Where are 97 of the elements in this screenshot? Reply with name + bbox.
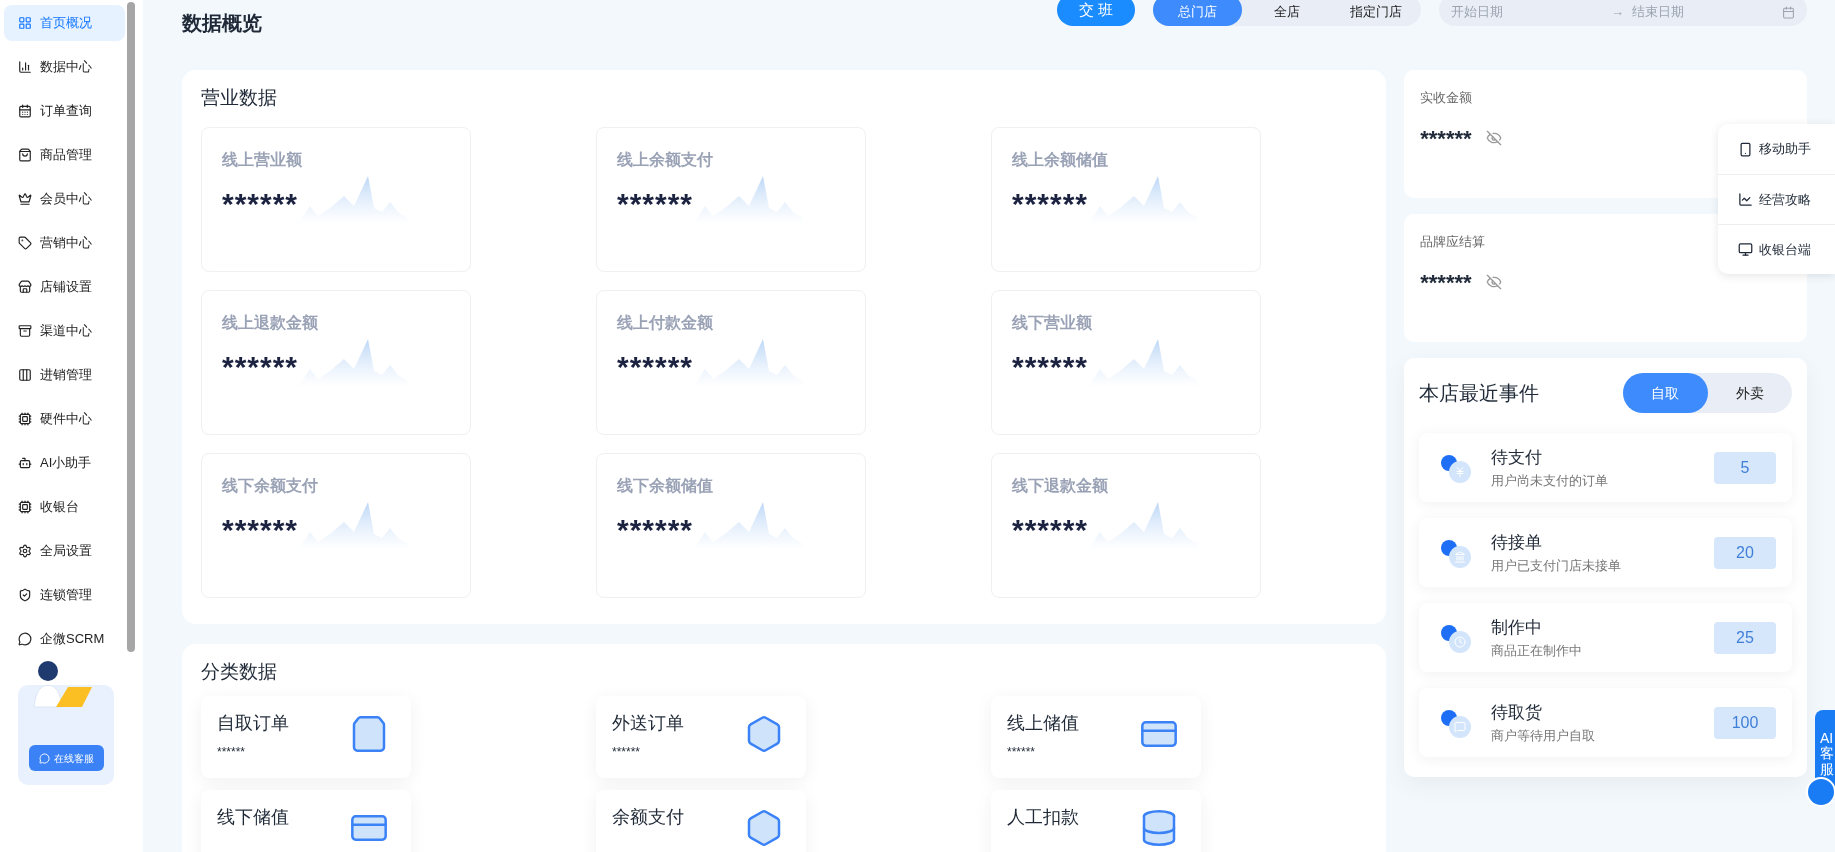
event-count: 100 [1714,706,1776,739]
event-title: 待接单 [1491,532,1544,554]
summary-value: ****** [1420,124,1472,153]
events-title: 本店最近事件 [1419,381,1540,406]
event-count: 25 [1714,621,1776,654]
monitor-icon [1738,242,1753,257]
metric-label: 线上营业额 [222,149,303,170]
sidebar-item[interactable]: 订单查询 [4,93,125,129]
grid-icon [18,16,32,30]
robot-icon [18,456,32,470]
category-value: ****** [217,744,247,761]
metric-value: ****** [617,348,694,385]
metric-value: ****** [222,511,299,548]
event-description: 用户已支付门店未接单 [1491,556,1622,575]
box-icon [18,324,32,338]
sidebar-item[interactable]: 首页概况 [4,5,125,41]
floating-menu-item[interactable]: 收银台端 [1718,224,1835,274]
shield-icon [18,588,32,602]
sidebar-item[interactable]: 会员中心 [4,181,125,217]
chart-icon [1738,192,1753,207]
event-description: 商户等待用户自取 [1491,726,1596,745]
event-title: 待取货 [1491,702,1544,724]
start-date-field[interactable]: 开始日期 [1451,2,1571,22]
category-value: ****** [1007,744,1037,761]
sidebar-item[interactable]: 进销管理 [4,357,125,393]
event-row[interactable]: 待支付 用户尚未支付的订单 5 [1419,433,1792,502]
range-separator: → [1611,3,1624,22]
tag-icon [18,236,32,250]
event-description: 商品正在制作中 [1491,641,1583,660]
metric-value: ****** [1012,511,1089,548]
floating-menu-item[interactable]: 移动助手 [1718,124,1835,174]
crown-icon [18,192,32,206]
metric-label: 线下余额储值 [617,475,714,496]
page-title: 数据概览 [182,11,262,36]
event-title: 制作中 [1491,617,1544,639]
event-title: 待支付 [1491,447,1544,469]
section-title: 分类数据 [201,659,278,684]
category-value: ****** [612,744,642,761]
category-label: 线下储值 [217,806,289,829]
floating-menu-item[interactable]: 经营攻略 [1718,174,1835,224]
category-label: 余额支付 [612,806,684,829]
store-tab[interactable]: 指定门店 [1331,0,1421,26]
sidebar-item[interactable]: 商品管理 [4,137,125,173]
order-type-tab[interactable]: 外卖 [1707,373,1792,413]
category-label: 人工扣款 [1007,806,1079,829]
summary-value: ****** [1420,268,1472,297]
eye-off-icon[interactable] [1485,130,1502,146]
summary-label: 实收金额 [1420,89,1473,107]
category-label: 自取订单 [217,712,289,735]
phone-icon [1738,141,1753,157]
calendar-icon [1782,5,1795,19]
end-date-field[interactable]: 结束日期 [1632,2,1762,22]
event-count: 5 [1714,451,1776,484]
sidebar-item[interactable]: 连锁管理 [4,577,125,613]
metric-label: 线下营业额 [1012,312,1093,333]
settings-icon [18,544,32,558]
metric-value: ****** [617,511,694,548]
event-row[interactable]: 待接单 用户已支付门店未接单 20 [1419,518,1792,587]
sidebar-item[interactable]: 企微SCRM [4,621,125,657]
sidebar-item[interactable]: 硬件中心 [4,401,125,437]
event-description: 用户尚未支付的订单 [1491,471,1609,490]
store-tab[interactable]: 全店 [1242,0,1332,26]
metric-value: ****** [617,185,694,222]
metric-label: 线下余额支付 [222,475,319,496]
metric-label: 线上付款金额 [617,312,714,333]
metric-label: 线下退款金额 [1012,475,1109,496]
store-icon [18,280,32,294]
metric-value: ****** [222,348,299,385]
category-label: 外送订单 [612,712,684,735]
metric-value: ****** [222,185,299,222]
summary-label: 品牌应结算 [1420,233,1486,251]
online-support-button[interactable]: 在线客服 [28,745,104,771]
metric-value: ****** [1012,348,1089,385]
section-title: 营业数据 [201,86,278,110]
metric-value: ****** [1012,185,1089,222]
metric-label: 线上余额支付 [617,149,714,170]
sidebar-item[interactable]: 渠道中心 [4,313,125,349]
event-row[interactable]: 待取货 商户等待用户自取 100 [1419,688,1792,757]
eye-off-icon[interactable] [1485,274,1502,290]
sidebar-item[interactable]: 店铺设置 [4,269,125,305]
columns-icon [18,368,32,382]
chip-icon [18,500,32,514]
sidebar-item[interactable]: 营销中心 [4,225,125,261]
metric-label: 线上退款金额 [222,312,319,333]
sidebar-item[interactable]: 全局设置 [4,533,125,569]
chip-icon [18,412,32,426]
chat-icon [38,752,50,764]
sidebar-item[interactable]: 收银台 [4,489,125,525]
metric-label: 线上余额储值 [1012,149,1109,170]
sidebar-item[interactable]: AI小助手 [4,445,125,481]
category-label: 线上储值 [1007,712,1079,735]
event-count: 20 [1714,536,1776,569]
chat-icon [18,632,32,646]
event-row[interactable]: 制作中 商品正在制作中 25 [1419,603,1792,672]
bar-chart-icon [18,60,32,74]
sidebar-item[interactable]: 数据中心 [4,49,125,85]
calendar-icon [18,104,32,118]
